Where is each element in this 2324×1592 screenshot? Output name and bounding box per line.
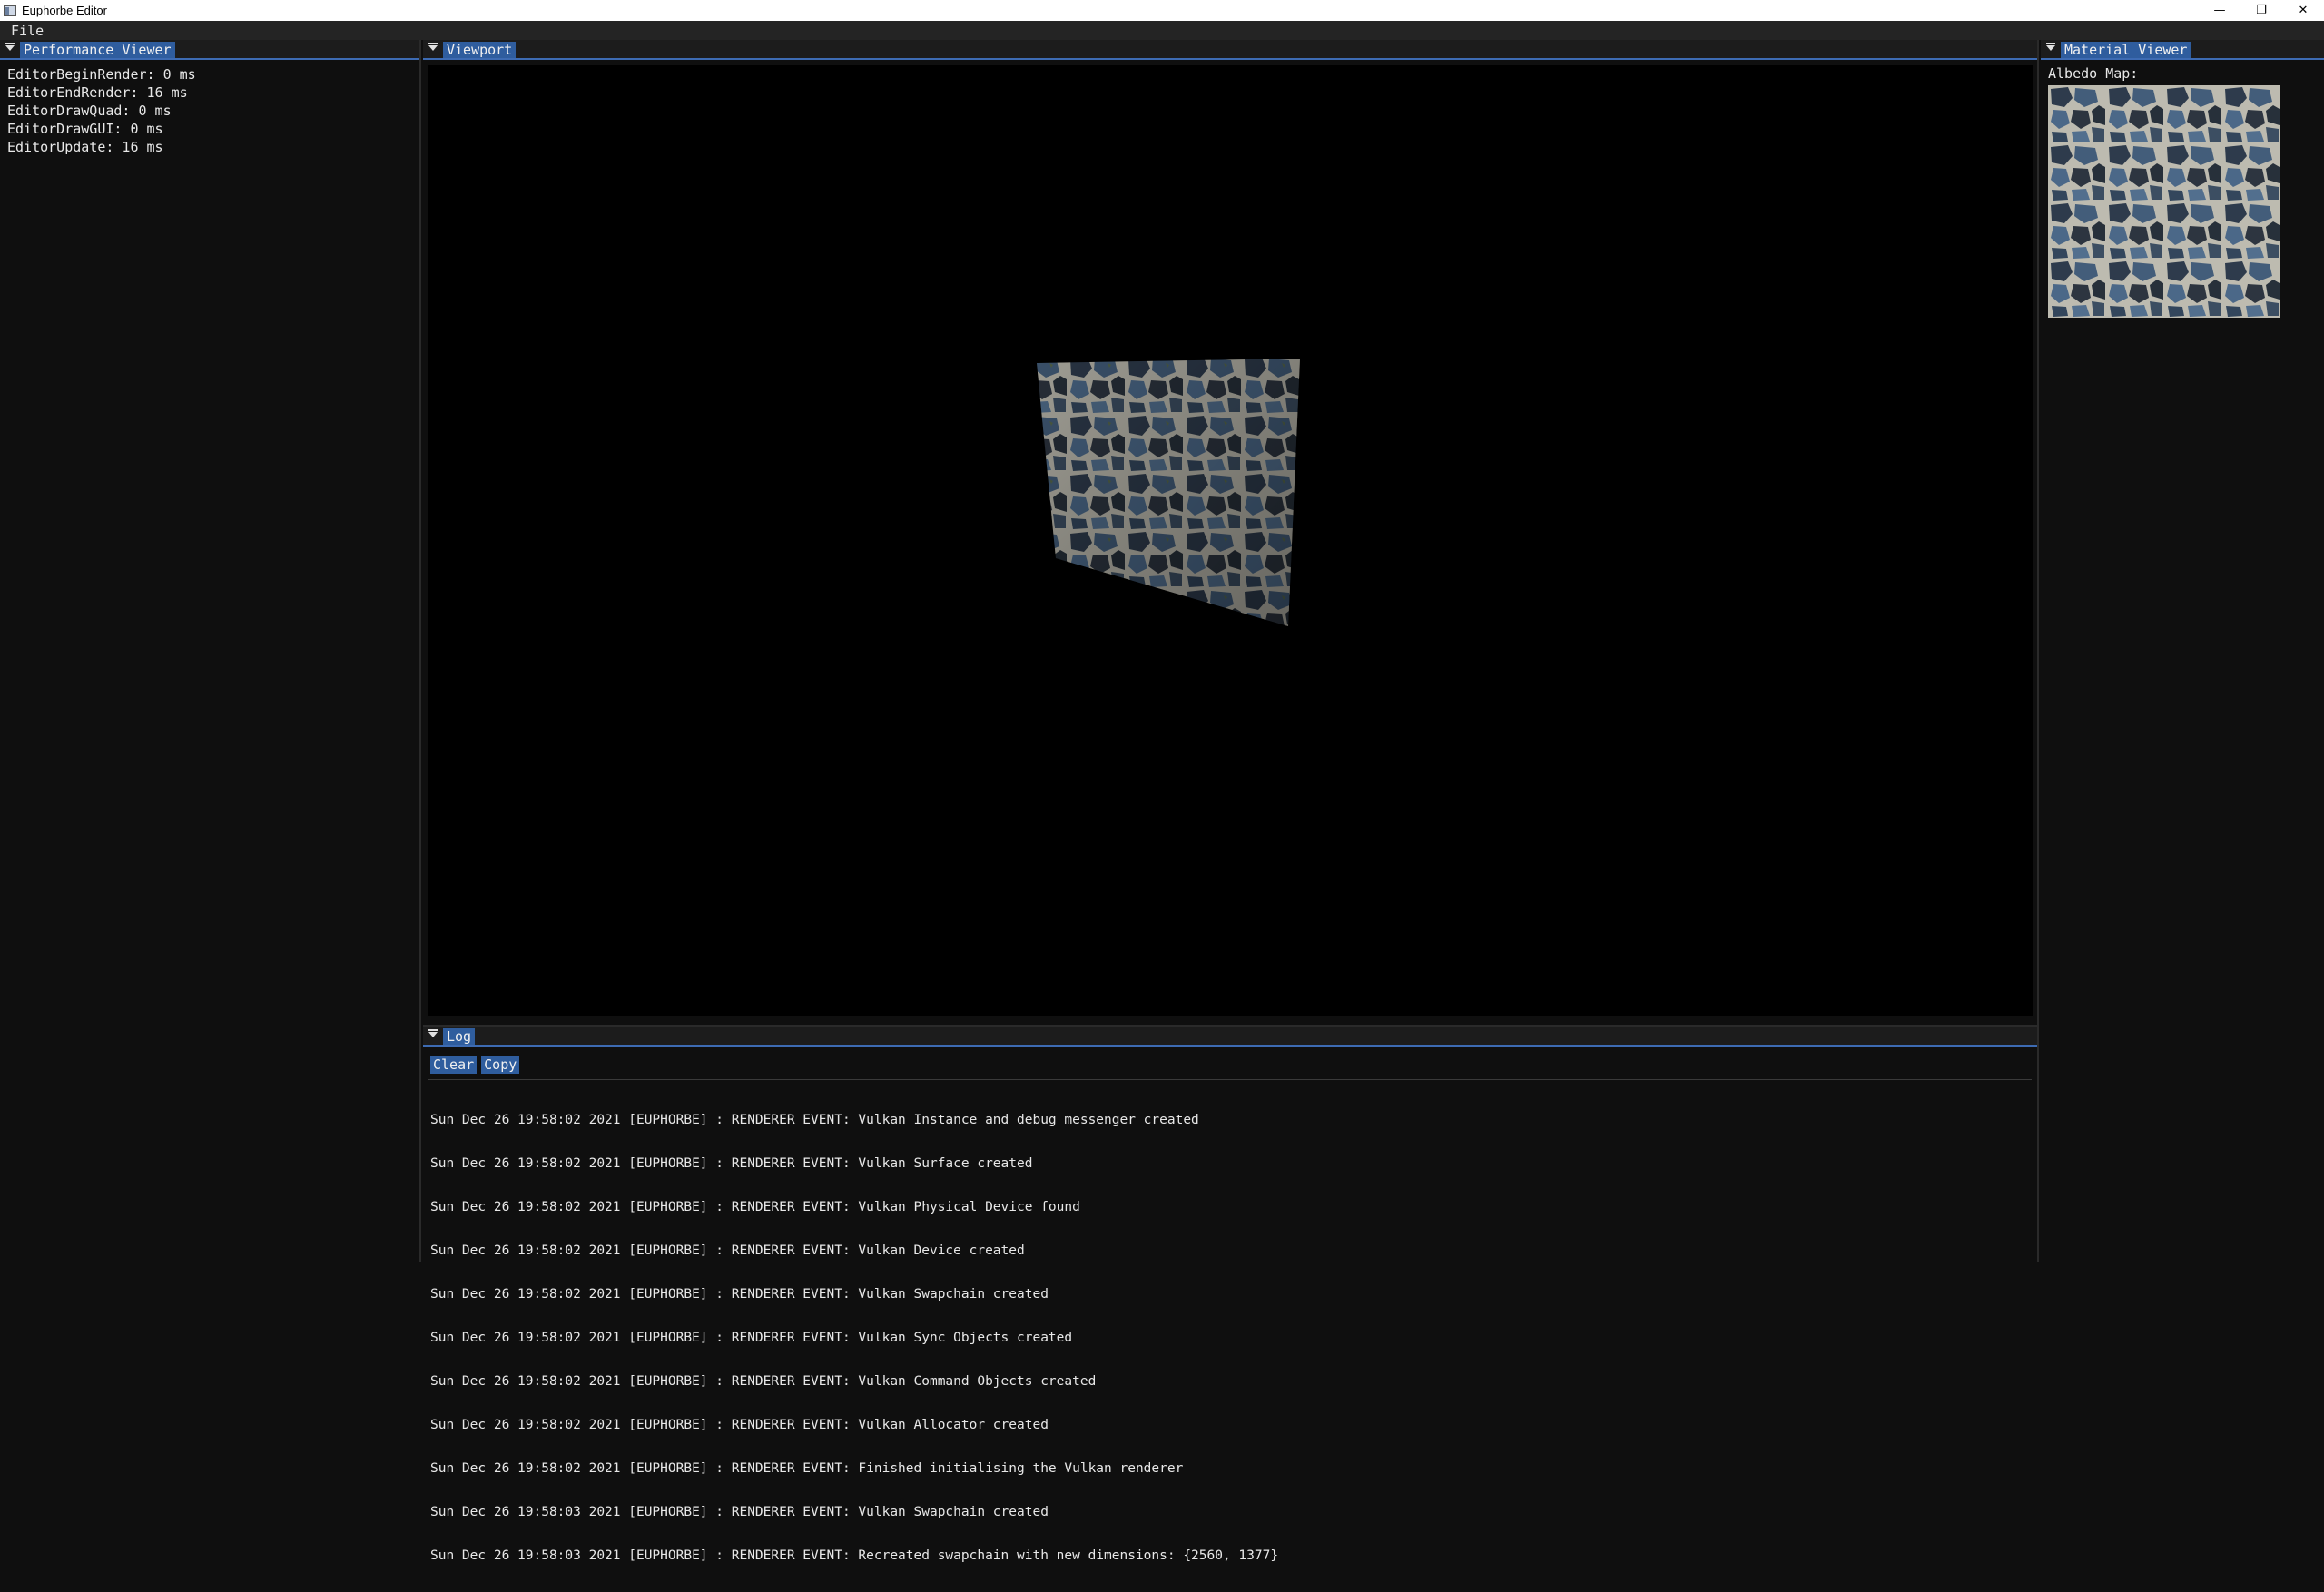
clear-button[interactable]: Clear [430,1056,478,1074]
viewport-header: Viewport [423,40,2037,60]
log-line: Sun Dec 26 19:58:02 2021 [EUPHORBE] : RE… [430,1243,1025,1258]
viewport-panel: Viewport [423,40,2039,1025]
collapse-arrow-icon[interactable] [2046,43,2055,51]
viewport-canvas[interactable] [428,65,2034,1016]
log-header: Log [423,1027,2037,1047]
tab-log[interactable]: Log [443,1028,476,1045]
log-line: Sun Dec 26 19:58:02 2021 [EUPHORBE] : RE… [430,1374,1097,1389]
perf-entry: EditorUpdate: 16 ms [7,139,163,155]
window-title: Euphorbe Editor [22,4,107,17]
collapse-arrow-icon[interactable] [5,43,15,51]
log-output[interactable]: Sun Dec 26 19:58:02 2021 [EUPHORBE] : RE… [430,1084,1278,1592]
main-menubar: File [0,21,2324,40]
perf-entry: EditorBeginRender: 0 ms [7,66,196,83]
app-icon [4,5,16,16]
performance-list: EditorBeginRender: 0 ms EditorEndRender:… [7,65,196,156]
log-line: Sun Dec 26 19:58:02 2021 [EUPHORBE] : RE… [430,1418,1049,1432]
material-viewer-header: Material Viewer [2041,40,2324,60]
albedo-map-image [2048,85,2280,318]
tab-performance-viewer[interactable]: Performance Viewer [20,42,175,58]
restore-icon[interactable]: ❐ [2240,0,2282,21]
copy-button[interactable]: Copy [481,1056,520,1074]
perf-entry: EditorDrawQuad: 0 ms [7,103,172,119]
log-panel: Log Clear Copy Sun Dec 26 19:58:02 2021 … [423,1025,2039,1563]
menu-file[interactable]: File [0,23,54,39]
albedo-map-label: Albedo Map: [2048,65,2139,82]
close-icon[interactable]: ✕ [2282,0,2324,21]
window-controls: — ❐ ✕ [2199,0,2324,21]
log-line: Sun Dec 26 19:58:02 2021 [EUPHORBE] : RE… [430,1200,1080,1214]
log-line: Sun Dec 26 19:58:02 2021 [EUPHORBE] : RE… [430,1113,1199,1127]
tab-viewport[interactable]: Viewport [443,42,517,58]
log-toolbar: Clear Copy [430,1056,520,1074]
log-line: Sun Dec 26 19:58:02 2021 [EUPHORBE] : RE… [430,1287,1049,1302]
log-line: Sun Dec 26 19:58:02 2021 [EUPHORBE] : RE… [430,1331,1073,1345]
log-divider [428,1079,2032,1080]
window-titlebar: Euphorbe Editor — ❐ ✕ [0,0,2324,21]
rendered-quad [1037,359,1300,626]
log-line: Sun Dec 26 19:58:02 2021 [EUPHORBE] : RE… [430,1156,1033,1171]
perf-entry: EditorEndRender: 16 ms [7,84,188,101]
performance-viewer-panel: Performance Viewer EditorBeginRender: 0 … [0,40,421,1262]
material-viewer-panel: Material Viewer Albedo Map: [2041,40,2324,1262]
minimize-icon[interactable]: — [2199,0,2240,21]
collapse-arrow-icon[interactable] [428,43,438,51]
tab-material-viewer[interactable]: Material Viewer [2061,42,2191,58]
log-line: Sun Dec 26 19:58:03 2021 [EUPHORBE] : RE… [430,1505,1049,1519]
collapse-arrow-icon[interactable] [428,1029,438,1037]
log-line: Sun Dec 26 19:58:02 2021 [EUPHORBE] : RE… [430,1461,1184,1476]
performance-viewer-header: Performance Viewer [0,40,419,60]
log-line: Sun Dec 26 19:58:03 2021 [EUPHORBE] : RE… [430,1548,1279,1563]
perf-entry: EditorDrawGUI: 0 ms [7,121,163,137]
